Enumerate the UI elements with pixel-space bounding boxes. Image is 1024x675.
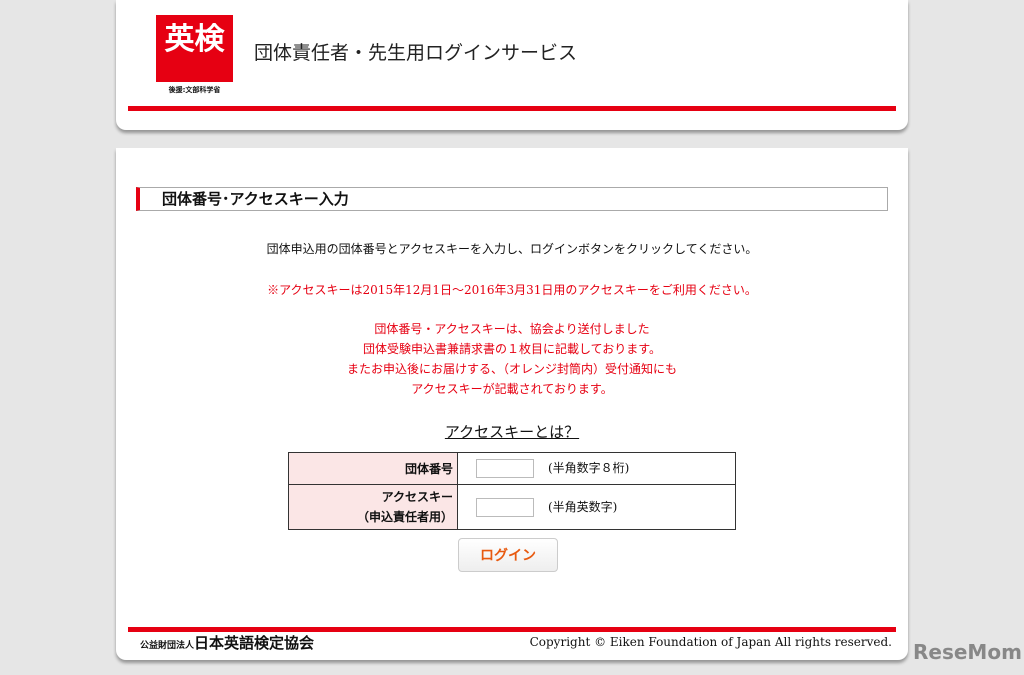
main-panel: 団体番号･アクセスキー入力 団体申込用の団体番号とアクセスキーを入力し、ログイン… [116, 148, 908, 660]
note-line: 団体受験申込書兼請求書の１枚目に記載しております。 [362, 342, 662, 356]
organization-name: 公益財団法人日本英語検定協会 [140, 632, 314, 653]
note-line: アクセスキーが記載されております。 [411, 382, 613, 396]
section-title: 団体番号･アクセスキー入力 [136, 187, 888, 211]
group-number-hint: (半角数字８桁) [548, 461, 630, 475]
group-number-input[interactable] [476, 459, 534, 478]
access-key-input[interactable] [476, 497, 534, 517]
org-title: 日本英語検定協会 [194, 634, 315, 652]
login-button[interactable]: ログイン [458, 538, 558, 572]
access-key-hint: (半角英数字) [548, 499, 618, 514]
note-line: またお申込後にお届けする、（オレンジ封筒内）受付通知にも [346, 362, 677, 376]
logo-subtitle: 後援:文部科学省 [168, 86, 221, 94]
access-key-label: アクセスキー [381, 490, 453, 504]
instruction-text: 団体申込用の団体番号とアクセスキーを入力し、ログインボタンをクリックしてください… [266, 242, 758, 256]
notice-text: ※アクセスキーは2015年12月1日～2016年3月31日用のアクセスキーをご利… [267, 283, 757, 297]
access-key-help: アクセスキーとは？ [116, 421, 908, 442]
copyright: Copyright © Eiken Foundation of Japan Al… [529, 635, 892, 649]
header-divider [128, 106, 896, 111]
note-line: 団体番号・アクセスキーは、協会より送付しました [374, 322, 650, 336]
login-form: 団体番号 (半角数字８桁) アクセスキー （申込責任者用） (半角英数字) [288, 452, 736, 530]
header: 英検 後援:文部科学省 団体責任者・先生用ログインサービス [116, 0, 908, 130]
service-title: 団体責任者・先生用ログインサービス [254, 42, 578, 64]
eiken-logo: 英検 [156, 15, 233, 82]
group-number-label: 団体番号 [288, 452, 458, 485]
access-key-label-sub: （申込責任者用） [356, 510, 453, 524]
access-key-help-link[interactable]: アクセスキーとは？ [445, 423, 579, 441]
org-prefix: 公益財団法人 [140, 641, 195, 651]
resemom-watermark: ReseMom [913, 640, 1022, 664]
